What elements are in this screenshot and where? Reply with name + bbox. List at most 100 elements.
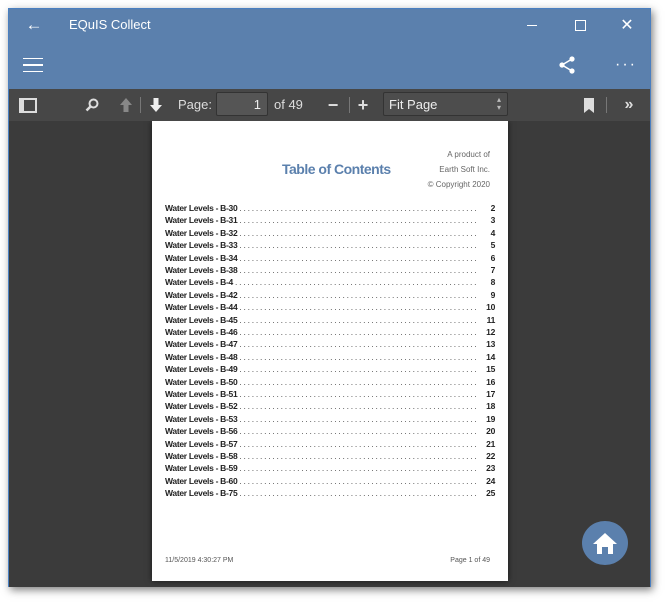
toc-entry[interactable]: Water Levels - B-53. . . . . . . . . . .…: [165, 414, 495, 426]
toc-leader-dots: . . . . . . . . . . . . . . . . . . . . …: [239, 289, 479, 300]
back-arrow-icon[interactable]: ←: [19, 13, 49, 37]
footer-page: Page 1 of 49: [450, 557, 490, 564]
toc-title: Table of Contents: [282, 161, 391, 177]
toc-entry-label: Water Levels - B-42: [165, 289, 238, 300]
toc-leader-dots: . . . . . . . . . . . . . . . . . . . . …: [239, 401, 479, 412]
toc-entry-page: 21: [486, 438, 495, 449]
zoom-select[interactable]: Fit Page ▴ ▾: [383, 92, 508, 116]
toc-entry[interactable]: Water Levels - B-46. . . . . . . . . . .…: [165, 327, 495, 339]
next-page-icon[interactable]: [147, 96, 165, 114]
toc-entry-label: Water Levels - B-57: [165, 438, 238, 449]
toc-entry-label: Water Levels - B-44: [165, 302, 238, 313]
toc-entry[interactable]: Water Levels - B-33. . . . . . . . . . .…: [165, 240, 495, 252]
toc-entry[interactable]: Water Levels - B-30. . . . . . . . . . .…: [165, 203, 495, 215]
home-button[interactable]: [582, 521, 628, 565]
toc-leader-dots: . . . . . . . . . . . . . . . . . . . . …: [239, 463, 479, 474]
toc-entry[interactable]: Water Levels - B-56. . . . . . . . . . .…: [165, 426, 495, 438]
toc-entry-label: Water Levels - B-53: [165, 413, 238, 424]
toc-entry[interactable]: Water Levels - B-31. . . . . . . . . . .…: [165, 215, 495, 227]
minimize-button[interactable]: [517, 13, 547, 37]
toc-leader-dots: . . . . . . . . . . . . . . . . . . . . …: [239, 451, 479, 461]
toc-entry[interactable]: Water Levels - B-52. . . . . . . . . . .…: [165, 401, 495, 413]
toc-entry[interactable]: Water Levels - B-45. . . . . . . . . . .…: [165, 315, 495, 327]
app-bar: ···: [9, 41, 650, 89]
page-total: of 49: [274, 97, 303, 112]
toc-entry-page: 4: [490, 227, 496, 238]
toc-entry[interactable]: Water Levels - B-75. . . . . . . . . . .…: [165, 488, 495, 500]
page-number-input[interactable]: 1: [216, 92, 268, 116]
toc-entry[interactable]: Water Levels - B-58. . . . . . . . . . .…: [165, 451, 495, 463]
pdf-page: Table of Contents A product of Earth Sof…: [152, 121, 508, 581]
share-icon[interactable]: [555, 53, 579, 77]
toc-entry[interactable]: Water Levels - B-34. . . . . . . . . . .…: [165, 253, 495, 265]
toc-entry-page: 20: [486, 426, 495, 437]
tools-menu-icon[interactable]: »: [619, 96, 639, 114]
toc-entry[interactable]: Water Levels - B-4. . . . . . . . . . . …: [165, 277, 495, 289]
toc-entry-page: 6: [490, 252, 496, 263]
zoom-in-button[interactable]: +: [355, 95, 371, 115]
zoom-out-button[interactable]: −: [325, 95, 341, 115]
toc-entry-label: Water Levels - B-33: [165, 240, 238, 251]
more-options-icon[interactable]: ···: [612, 53, 640, 77]
toc-leader-dots: . . . . . . . . . . . . . . . . . . . . …: [239, 240, 479, 251]
toc-entry[interactable]: Water Levels - B-42. . . . . . . . . . .…: [165, 290, 495, 302]
toc-entry-page: 11: [486, 314, 496, 325]
toc-entry-label: Water Levels - B-32: [165, 227, 238, 238]
hamburger-menu-icon[interactable]: [19, 53, 47, 77]
toc-entry-label: Water Levels - B-31: [165, 215, 238, 226]
toc-entry-label: Water Levels - B-49: [165, 364, 238, 375]
toc-leader-dots: . . . . . . . . . . . . . . . . . . . . …: [239, 215, 479, 226]
toc-entry-page: 15: [486, 364, 495, 375]
app-window: ← EQuIS Collect ✕ ··· Page: 1 of 49 − + …: [8, 8, 651, 587]
toc-entry-page: 8: [490, 277, 496, 288]
toc-entry[interactable]: Water Levels - B-47. . . . . . . . . . .…: [165, 339, 495, 351]
toc-entry[interactable]: Water Levels - B-49. . . . . . . . . . .…: [165, 364, 495, 376]
toc-entry-page: 16: [486, 376, 495, 387]
toc-entry-label: Water Levels - B-51: [165, 389, 238, 399]
toc-leader-dots: . . . . . . . . . . . . . . . . . . . . …: [239, 252, 479, 263]
sidebar-toggle-icon[interactable]: [19, 96, 37, 114]
toc-leader-dots: . . . . . . . . . . . . . . . . . . . . …: [239, 339, 479, 350]
close-button[interactable]: ✕: [612, 13, 642, 37]
toc-leader-dots: . . . . . . . . . . . . . . . . . . . . …: [239, 438, 479, 449]
toc-entry[interactable]: Water Levels - B-32. . . . . . . . . . .…: [165, 228, 495, 240]
home-icon: [593, 533, 617, 554]
toc-entry[interactable]: Water Levels - B-59. . . . . . . . . . .…: [165, 463, 495, 475]
toc-entry[interactable]: Water Levels - B-51. . . . . . . . . . .…: [165, 389, 495, 401]
toc-entry-page: 18: [486, 401, 495, 412]
copyright-line: © Copyright 2020: [427, 180, 490, 189]
toc-entry-label: Water Levels - B-75: [165, 488, 238, 499]
toc-leader-dots: . . . . . . . . . . . . . . . . . . . . …: [239, 426, 479, 437]
toc-leader-dots: . . . . . . . . . . . . . . . . . . . . …: [234, 277, 479, 288]
zoom-select-value: Fit Page: [389, 97, 438, 112]
search-icon[interactable]: [83, 96, 101, 114]
toc-entry-label: Water Levels - B-30: [165, 203, 238, 213]
toc-entry-page: 23: [486, 463, 495, 474]
toc-entry-page: 7: [490, 265, 496, 275]
toc-leader-dots: . . . . . . . . . . . . . . . . . . . . …: [239, 475, 479, 486]
toc-entry[interactable]: Water Levels - B-60. . . . . . . . . . .…: [165, 476, 495, 488]
toc-entry[interactable]: Water Levels - B-57. . . . . . . . . . .…: [165, 439, 495, 451]
document-viewer[interactable]: Table of Contents A product of Earth Sof…: [9, 121, 650, 587]
previous-page-icon[interactable]: [117, 96, 135, 114]
pdf-toolbar: Page: 1 of 49 − + Fit Page ▴ ▾ »: [9, 89, 650, 122]
product-info: A product of Earth Soft Inc. © Copyright…: [428, 147, 490, 192]
toc-entry[interactable]: Water Levels - B-50. . . . . . . . . . .…: [165, 377, 495, 389]
toc-entry-page: 10: [486, 302, 495, 313]
toc-entry[interactable]: Water Levels - B-38. . . . . . . . . . .…: [165, 265, 495, 277]
toc-entry-label: Water Levels - B-56: [165, 426, 238, 437]
toc-entry-page: 5: [490, 240, 496, 251]
toc-entry-page: 3: [490, 215, 496, 226]
toc-leader-dots: . . . . . . . . . . . . . . . . . . . . …: [239, 327, 479, 337]
toc-entry[interactable]: Water Levels - B-48. . . . . . . . . . .…: [165, 352, 495, 364]
bookmark-icon[interactable]: [582, 96, 596, 114]
toc-entry[interactable]: Water Levels - B-44. . . . . . . . . . .…: [165, 302, 495, 314]
toc-leader-dots: . . . . . . . . . . . . . . . . . . . . …: [239, 203, 479, 213]
toc-leader-dots: . . . . . . . . . . . . . . . . . . . . …: [239, 265, 479, 275]
toc-leader-dots: . . . . . . . . . . . . . . . . . . . . …: [239, 389, 479, 399]
toc-entry-page: 2: [490, 203, 496, 213]
maximize-button[interactable]: [565, 13, 595, 37]
toc-entry-page: 12: [486, 327, 495, 337]
toc-entry-page: 13: [486, 339, 495, 350]
footer-date: 11/5/2019 4:30:27 PM: [165, 557, 234, 564]
